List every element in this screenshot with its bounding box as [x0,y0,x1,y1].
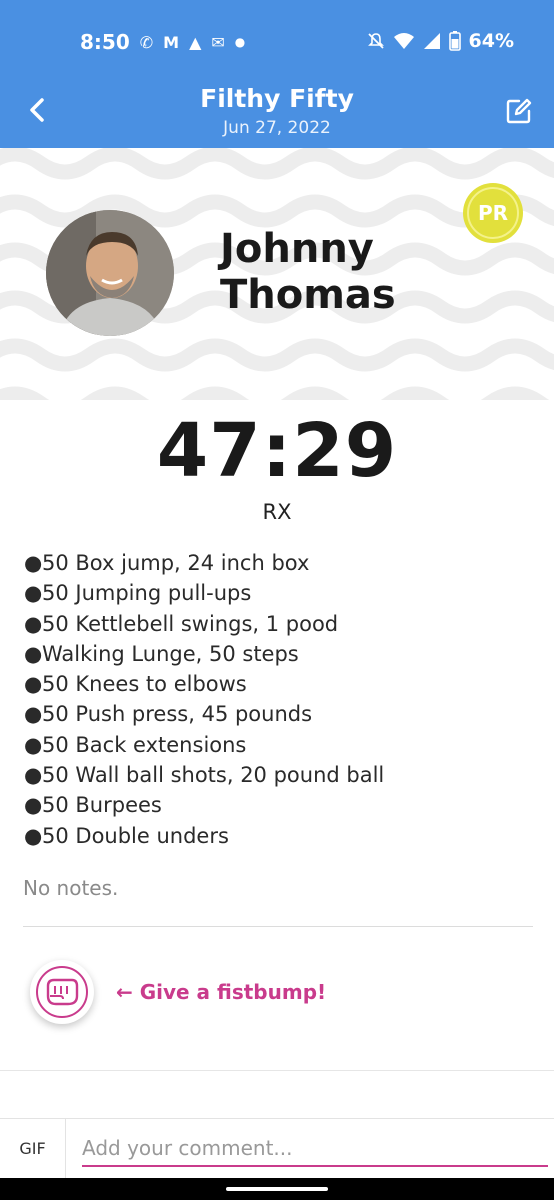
list-item: ●50 Push press, 45 pounds [24,699,534,729]
status-left: 8:50 ✆ M ▲ ✉ ● [80,30,245,54]
list-item: ●50 Knees to elbows [24,669,534,699]
workout-title: Filthy Fifty [200,84,354,113]
fistbump-button[interactable] [30,960,94,1024]
mute-icon [367,33,384,49]
battery-icon [448,31,461,51]
outlook-icon: ✉ [211,32,225,52]
bullet-icon: ● [24,672,43,697]
athlete-photo [46,210,174,336]
bullet-icon: ● [24,702,43,727]
score-scale: RX [262,500,292,524]
workout-date: Jun 27, 2022 [223,118,331,138]
whatsapp-icon: ✆ [139,32,154,52]
divider [0,1070,554,1071]
athlete-name[interactable]: Johnny Thomas [220,226,500,318]
list-item: ●50 Burpees [24,790,534,820]
wifi-icon [393,33,414,49]
score-time: 47:29 [156,408,398,494]
workout-movement-list: ●50 Box jump, 24 inch box ●50 Jumping pu… [24,548,534,851]
bullet-icon: ● [24,581,43,606]
workout-notes: No notes. [23,876,119,900]
comment-input[interactable] [82,1131,548,1167]
fistbump-label[interactable]: ← Give a fistbump! [116,980,326,1004]
divider [23,926,533,927]
fist-icon [36,966,88,1018]
list-item: ●50 Back extensions [24,730,534,760]
battery-percent: 64% [468,30,514,52]
app-bar: Filthy Fifty Jun 27, 2022 [0,80,554,148]
bullet-icon: ● [24,551,43,575]
bullet-icon: ● [24,641,43,666]
status-time: 8:50 [80,30,130,54]
list-item: ●50 Jumping pull-ups [24,578,534,608]
bullet-icon: ● [24,793,43,818]
strava-icon: ▲ [189,32,202,52]
signal-icon [423,33,440,49]
bullet-icon: ● [24,732,43,757]
gif-button[interactable]: GIF [0,1119,66,1179]
pr-badge-label: PR [477,201,509,225]
list-item: ●50 Kettlebell swings, 1 pood [24,609,534,639]
list-item: ●Walking Lunge, 50 steps [24,639,534,669]
bullet-icon: ● [24,823,43,848]
comment-bar: GIF [0,1118,554,1179]
list-item: ●50 Double unders [24,821,534,851]
home-gesture-handle[interactable] [226,1187,328,1191]
status-bar: 8:50 ✆ M ▲ ✉ ● 64% [0,0,554,80]
status-right: 64% [367,30,514,52]
more-notifications-icon: ● [234,35,246,49]
edit-icon[interactable] [504,96,534,126]
athlete-avatar[interactable] [46,210,174,336]
list-item: ●50 Wall ball shots, 20 pound ball [24,760,534,790]
bullet-icon: ● [24,611,43,636]
bullet-icon: ● [24,763,43,788]
gmail-icon: M [163,32,180,52]
list-item: ●50 Box jump, 24 inch box [24,548,534,578]
system-nav-bar [0,1178,554,1200]
